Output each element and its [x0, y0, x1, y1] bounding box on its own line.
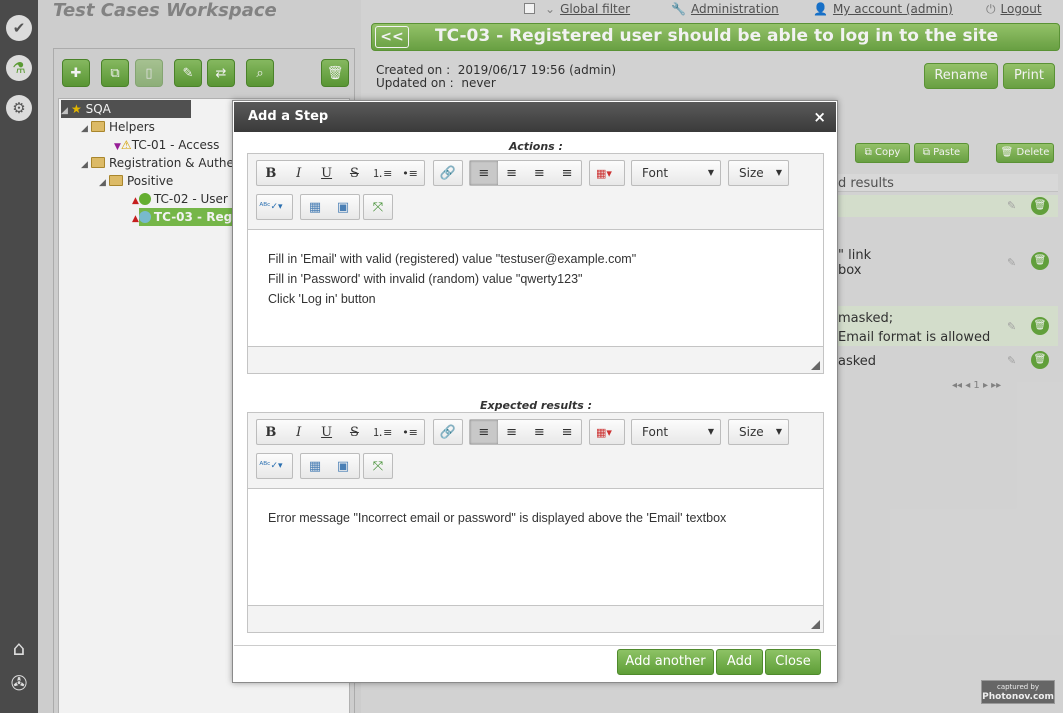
- home-icon[interactable]: ⌂: [6, 635, 32, 661]
- link-button[interactable]: 🔗: [433, 160, 463, 186]
- close-icon[interactable]: ×: [813, 102, 826, 132]
- format-toolbar-group: B I U S ⒈≡ •≡: [256, 160, 425, 186]
- italic-button[interactable]: I: [285, 161, 313, 185]
- align-right-icon[interactable]: ≡: [526, 420, 554, 444]
- format-toolbar-group: B I U S ⒈≡ •≡: [256, 419, 425, 445]
- dialog-title: Add a Step: [248, 109, 329, 124]
- chevron-down-icon: ▼: [775, 168, 782, 177]
- spellcheck-button[interactable]: ᴬᴮᶜ✓▾: [256, 453, 293, 479]
- chevron-down-icon: ▼: [707, 168, 714, 177]
- resize-handle-icon[interactable]: [811, 361, 820, 370]
- expected-results-label: Expected results :: [480, 399, 592, 412]
- bullet-list-icon[interactable]: •≡: [396, 420, 424, 444]
- watermark-line: Photonov.com: [982, 692, 1054, 702]
- font-dropdown[interactable]: Font ▼: [631, 419, 721, 445]
- link-icon: 🔗: [439, 165, 457, 181]
- add-another-button[interactable]: Add another: [617, 649, 714, 675]
- bullet-list-icon[interactable]: •≡: [396, 161, 424, 185]
- watermark-stamp: captured by Photonov.com: [981, 680, 1055, 704]
- expected-results-editor: B I U S ⒈≡ •≡ 🔗 ≡ ≡ ≡ ≡ ▦▾ Font ▼ Size ▼ ᴬ…: [247, 412, 824, 633]
- size-dropdown[interactable]: Size ▼: [728, 419, 789, 445]
- add-step-dialog: Add a Step × Actions : B I U S ⒈≡ •≡ 🔗 ≡…: [232, 100, 838, 683]
- add-button[interactable]: Add: [716, 649, 763, 675]
- strikethrough-button[interactable]: S: [340, 420, 368, 444]
- actions-line: Fill in 'Email' with valid (registered) …: [268, 252, 637, 266]
- image-icon[interactable]: ▣: [329, 454, 357, 478]
- left-navigation: ✔ ⚗ ⚙ ⌂ ✇: [0, 0, 38, 713]
- gears-icon[interactable]: ⚙: [6, 95, 32, 121]
- dialog-footer-divider: [234, 645, 836, 646]
- maximize-button[interactable]: ⤧: [363, 194, 393, 220]
- table-icon[interactable]: ▦: [301, 454, 329, 478]
- numbered-list-icon[interactable]: ⒈≡: [368, 161, 396, 185]
- actions-label: Actions :: [509, 140, 563, 153]
- spellcheck-button[interactable]: ᴬᴮᶜ✓▾: [256, 194, 293, 220]
- check-icon[interactable]: ✔: [6, 15, 32, 41]
- expected-results-line: Error message "Incorrect email or passwo…: [268, 511, 727, 525]
- underline-button[interactable]: U: [313, 161, 341, 185]
- actions-text-area[interactable]: Fill in 'Email' with valid (registered) …: [248, 229, 823, 347]
- font-dropdown[interactable]: Font ▼: [631, 160, 721, 186]
- align-toolbar-group: ≡ ≡ ≡ ≡: [469, 419, 582, 445]
- numbered-list-icon[interactable]: ⒈≡: [368, 420, 396, 444]
- font-dropdown-label: Font: [642, 425, 669, 439]
- tools-icon[interactable]: ✇: [6, 670, 32, 696]
- watermark-line: captured by: [996, 683, 1040, 691]
- maximize-button[interactable]: ⤧: [363, 453, 393, 479]
- align-toolbar-group: ≡ ≡ ≡ ≡: [469, 160, 582, 186]
- color-palette-icon: ▦▾: [596, 166, 612, 180]
- maximize-icon: ⤧: [372, 458, 384, 474]
- close-button[interactable]: Close: [765, 649, 821, 675]
- spellcheck-icon: ᴬᴮᶜ✓▾: [259, 461, 283, 471]
- font-dropdown-label: Font: [642, 166, 669, 180]
- actions-line: Fill in 'Password' with invalid (random)…: [268, 272, 583, 286]
- link-button[interactable]: 🔗: [433, 419, 463, 445]
- size-dropdown[interactable]: Size ▼: [728, 160, 789, 186]
- underline-button[interactable]: U: [313, 420, 341, 444]
- align-right-icon[interactable]: ≡: [526, 161, 554, 185]
- image-icon[interactable]: ▣: [329, 195, 357, 219]
- align-justify-icon[interactable]: ≡: [553, 161, 581, 185]
- align-left-icon[interactable]: ≡: [470, 420, 498, 444]
- actions-editor: B I U S ⒈≡ •≡ 🔗 ≡ ≡ ≡ ≡ ▦▾ Font ▼ Size ▼ ᴬ…: [247, 153, 824, 374]
- text-color-button[interactable]: ▦▾: [589, 419, 625, 445]
- flask-icon[interactable]: ⚗: [6, 55, 32, 81]
- bold-button[interactable]: B: [257, 161, 285, 185]
- chevron-down-icon: ▼: [707, 427, 714, 436]
- align-center-icon[interactable]: ≡: [498, 420, 526, 444]
- color-palette-icon: ▦▾: [596, 425, 612, 439]
- expected-results-text-area[interactable]: Error message "Incorrect email or passwo…: [248, 488, 823, 606]
- dialog-header: Add a Step ×: [234, 102, 836, 132]
- bold-button[interactable]: B: [257, 420, 285, 444]
- table-icon[interactable]: ▦: [301, 195, 329, 219]
- align-justify-icon[interactable]: ≡: [553, 420, 581, 444]
- spellcheck-icon: ᴬᴮᶜ✓▾: [259, 202, 283, 212]
- resize-handle-icon[interactable]: [811, 620, 820, 629]
- size-dropdown-label: Size: [739, 425, 764, 439]
- size-dropdown-label: Size: [739, 166, 764, 180]
- maximize-icon: ⤧: [372, 199, 384, 215]
- text-color-button[interactable]: ▦▾: [589, 160, 625, 186]
- align-center-icon[interactable]: ≡: [498, 161, 526, 185]
- insert-toolbar-group: ▦ ▣: [300, 453, 360, 479]
- insert-toolbar-group: ▦ ▣: [300, 194, 360, 220]
- strikethrough-button[interactable]: S: [340, 161, 368, 185]
- italic-button[interactable]: I: [285, 420, 313, 444]
- align-left-icon[interactable]: ≡: [470, 161, 498, 185]
- link-icon: 🔗: [439, 424, 457, 440]
- chevron-down-icon: ▼: [775, 427, 782, 436]
- actions-line: Click 'Log in' button: [268, 292, 376, 306]
